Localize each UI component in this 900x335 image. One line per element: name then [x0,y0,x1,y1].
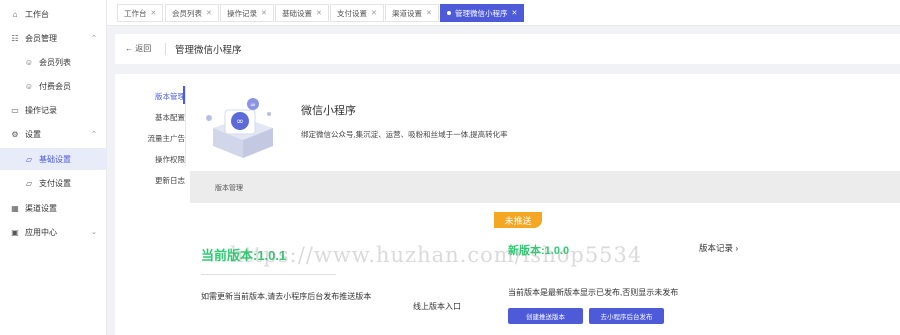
close-icon[interactable]: ✕ [151,9,157,17]
subnav-permissions[interactable]: 操作权限 [155,154,185,165]
subnav-changelog[interactable]: 更新日志 [155,175,185,186]
svg-text:∞: ∞ [236,117,244,127]
tab-manage-wechat-miniprogram[interactable]: 管理微信小程序 ✕ [440,4,525,22]
back-button[interactable]: ← 返回 [125,43,151,54]
sidebar-item-operation-log[interactable]: ▭ 操作记录 [0,99,107,121]
folder-icon: ▱ [25,154,33,164]
subnav-traffic-ads[interactable]: 流量主广告 [148,133,186,144]
online-version-link[interactable]: 线上版本入口 [413,301,461,312]
users-icon: ☷ [11,33,19,43]
close-icon[interactable]: ✕ [316,9,322,17]
sidebar-item-member-list[interactable]: ☺ 会员列表 [0,51,107,73]
sidebar-item-basic-settings[interactable]: ▱ 基础设置 [0,148,107,170]
tab-workbench[interactable]: 工作台 ✕ [117,4,164,22]
divider [165,43,166,55]
vip-icon: ☺ [24,81,34,91]
subnav-divider [185,86,186,166]
version-section-label: 版本管理 [215,185,243,192]
chevron-up-icon: ⌃ [91,35,97,42]
home-icon: ⌂ [12,9,18,19]
subnav-version-management[interactable]: 版本管理 [155,91,185,102]
new-version-hint: 当前版本是最新版本显示已发布,否则显示未发布 [508,288,679,297]
current-version-hint: 如需更新当前版本,请去小程序后台发布推送版本 [201,292,372,301]
app-root: ⌂ 工作台 ☷ 会员管理 ⌃ ☺ 会员列表 ☺ 付费会员 ▭ 操作记录 ⚙ 设置… [0,0,900,335]
close-icon[interactable]: ✕ [426,9,432,17]
svg-text:∞: ∞ [250,101,256,109]
subnav-basic-config[interactable]: 基本配置 [155,112,185,123]
tab-operation-log[interactable]: 操作记录 ✕ [220,4,274,22]
sidebar-item-workbench[interactable]: ⌂ 工作台 [0,3,107,25]
tab-payment-settings[interactable]: 支付设置 ✕ [330,4,384,22]
version-section-bar [190,171,900,203]
folder-icon: ▱ [25,178,33,188]
tab-member-list[interactable]: 会员列表 ✕ [165,4,219,22]
status-badge: 未推送 [494,212,542,228]
close-icon[interactable]: ✕ [261,9,267,17]
chevron-up-icon: ⌃ [91,131,97,138]
monitor-icon: ▭ [11,105,19,115]
grid-icon: ▦ [11,203,19,213]
close-icon[interactable]: ✕ [512,9,518,17]
publish-backend-button[interactable]: 去小程序后台发布 [589,308,664,324]
gear-icon: ⚙ [11,129,19,139]
new-version: 新版本:1.0.0 [508,245,570,257]
tab-channel-settings[interactable]: 渠道设置 ✕ [385,4,439,22]
sidebar-item-payment-settings[interactable]: ▱ 支付设置 [0,172,107,194]
app-icon: ▣ [11,227,19,237]
page-header: ← 返回 管理微信小程序 [115,34,900,64]
sidebar-item-paid-members[interactable]: ☺ 付费会员 [0,75,107,97]
current-version: 当前版本:1.0.1 [201,248,287,263]
current-version-card: 当前版本:1.0.1 如需更新当前版本,请去小程序后台发布推送版本 线上版本入口 [187,211,487,335]
create-push-version-button[interactable]: 创建推送版本 [508,308,583,324]
sidebar: ⌂ 工作台 ☷ 会员管理 ⌃ ☺ 会员列表 ☺ 付费会员 ▭ 操作记录 ⚙ 设置… [0,0,107,335]
version-records-link[interactable]: 版本记录 › [699,242,738,254]
close-icon[interactable]: ✕ [206,9,212,17]
tab-bar: 工作台 ✕ 会员列表 ✕ 操作记录 ✕ 基础设置 ✕ 支付设置 ✕ 渠道设置 ✕ 管理微信小… [107,0,900,26]
page-title: 管理微信小程序 [175,45,242,56]
sidebar-item-app-center[interactable]: ▣ 应用中心 ⌄ [0,221,107,243]
close-icon[interactable]: ✕ [371,9,377,17]
sidebar-item-channel-settings[interactable]: ▦ 渠道设置 [0,197,107,219]
tab-basic-settings[interactable]: 基础设置 ✕ [275,4,329,22]
divider [201,274,336,275]
user-circle-icon: ☺ [24,57,34,67]
main-content: 版本管理 基本配置 流量主广告 操作权限 更新日志 ∞ ∞ 微信小程序 绑定微信… [115,74,900,335]
app-description: 绑定微信公众号,集沉淀、运营、吸粉和丝域于一体,提高转化率 [301,130,508,139]
app-name: 微信小程序 [301,105,356,117]
new-version-card: 未推送 新版本:1.0.0 版本记录 › 当前版本是最新版本显示已发布,否则显示… [493,211,900,335]
sidebar-item-settings[interactable]: ⚙ 设置 ⌃ [0,123,107,145]
active-dot-icon [447,11,451,15]
chevron-down-icon: ⌄ [91,229,97,236]
sidebar-item-member-management[interactable]: ☷ 会员管理 ⌃ [0,27,107,49]
miniprogram-illustration: ∞ ∞ [206,98,273,158]
